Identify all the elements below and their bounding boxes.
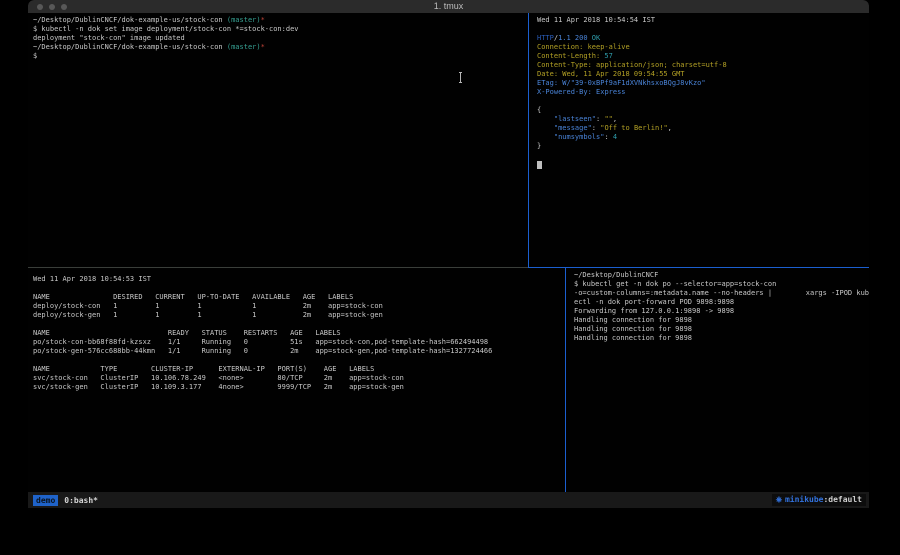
- window-tab-bash[interactable]: 0:bash*: [64, 496, 98, 505]
- window-title: 1. tmux: [28, 0, 869, 13]
- kube-context: minikube: [785, 495, 824, 504]
- json-kv: "lastseen": "",: [537, 115, 869, 124]
- header-value: W/"39-0xBPf9aF1dXVNkhsxoBQgJ8vKzo": [558, 79, 706, 87]
- terminal-window: 1. tmux ~/Desktop/DublinCNCF/dok-example…: [28, 0, 869, 510]
- timestamp: Wed 11 Apr 2018 10:54:53 IST: [33, 275, 565, 284]
- json-kv: "message": "Off to Berlin!",: [537, 124, 869, 133]
- git-dirty-star: *: [261, 16, 265, 24]
- header-name: Content-Type:: [537, 61, 592, 69]
- pane-bottom-right[interactable]: ~/Desktop/DublinCNCF $ kubectl get -n do…: [566, 268, 869, 492]
- pods-table: NAME READY STATUS RESTARTS AGE LABELS po…: [33, 329, 565, 356]
- pane-top-right[interactable]: Wed 11 Apr 2018 10:54:54 IST HTTP/1.1 20…: [529, 13, 869, 267]
- timestamp: Wed 11 Apr 2018 10:54:54 IST: [537, 16, 869, 25]
- terminal-content: ~/Desktop/DublinCNCF/dok-example-us/stoc…: [28, 13, 869, 510]
- session-name-badge: demo: [33, 495, 58, 506]
- pane-bottom-left[interactable]: Wed 11 Apr 2018 10:54:53 IST NAME DESIRE…: [28, 268, 565, 492]
- json-kv: "numsymbols": 4: [537, 133, 869, 142]
- http-reason: OK: [592, 34, 600, 42]
- json-key: "numsymbols": [537, 133, 604, 141]
- pane-top-left[interactable]: ~/Desktop/DublinCNCF/dok-example-us/stoc…: [28, 13, 528, 267]
- command-line: $ kubectl -n dok set image deployment/st…: [33, 25, 528, 34]
- header-name: Date:: [537, 70, 558, 78]
- json-value: "": [604, 115, 612, 123]
- git-branch: (master): [227, 43, 261, 51]
- http-header: Content-Type: application/json; charset=…: [537, 61, 869, 70]
- http-header: ETag: W/"39-0xBPf9aF1dXVNkhsxoBQgJ8vKzo": [537, 79, 869, 88]
- cursor-line: [537, 160, 869, 169]
- json-key: "message": [537, 124, 592, 132]
- header-value: keep-alive: [583, 43, 629, 51]
- json-brace-open: {: [537, 106, 869, 115]
- json-key: "lastseen": [537, 115, 596, 123]
- http-header: X-Powered-By: Express: [537, 88, 869, 97]
- header-name: X-Powered-By:: [537, 88, 592, 96]
- command-output: deployment "stock-con" image updated: [33, 34, 528, 43]
- json-value: "Off to Berlin!": [600, 124, 667, 132]
- port-forward-output: ~/Desktop/DublinCNCF $ kubectl get -n do…: [574, 271, 869, 343]
- http-version-code: 1.1 200: [558, 34, 592, 42]
- close-button[interactable]: [37, 4, 43, 10]
- json-brace-close: }: [537, 142, 869, 151]
- traffic-lights: [37, 4, 67, 10]
- kube-namespace: :default: [823, 495, 862, 504]
- header-name: Connection:: [537, 43, 583, 51]
- http-header: Date: Wed, 11 Apr 2018 09:54:55 GMT: [537, 70, 869, 79]
- text-cursor-pointer: [458, 72, 463, 83]
- terminal-cursor: [537, 161, 542, 169]
- header-value: 57: [600, 52, 613, 60]
- json-value: 4: [613, 133, 617, 141]
- kube-context-chip: ⎈ minikube:default: [772, 494, 866, 506]
- header-value: application/json; charset=utf-8: [592, 61, 727, 69]
- header-name: ETag:: [537, 79, 558, 87]
- helm-wheel-icon: ⎈: [776, 495, 785, 504]
- header-value: Express: [592, 88, 626, 96]
- http-proto: HTTP: [537, 34, 554, 42]
- services-table: NAME TYPE CLUSTER-IP EXTERNAL-IP PORT(S)…: [33, 365, 565, 392]
- prompt-char: $: [33, 52, 528, 61]
- tmux-status-bar: demo 0:bash* ⎈ minikube:default: [28, 492, 869, 508]
- minimize-button[interactable]: [49, 4, 55, 10]
- titlebar[interactable]: 1. tmux: [28, 0, 869, 13]
- http-header: Connection: keep-alive: [537, 43, 869, 52]
- prompt-line: ~/Desktop/DublinCNCF/dok-example-us/stoc…: [33, 43, 528, 52]
- http-status-line: HTTP/1.1 200 OK: [537, 34, 869, 43]
- deployments-table: NAME DESIRED CURRENT UP-TO-DATE AVAILABL…: [33, 293, 565, 320]
- git-branch: (master): [227, 16, 261, 24]
- zoom-button[interactable]: [61, 4, 67, 10]
- header-name: Content-Length:: [537, 52, 600, 60]
- prompt-path: ~/Desktop/DublinCNCF/dok-example-us/stoc…: [33, 16, 227, 24]
- header-value: Wed, 11 Apr 2018 09:54:55 GMT: [558, 70, 684, 78]
- prompt-line: ~/Desktop/DublinCNCF/dok-example-us/stoc…: [33, 16, 528, 25]
- pane-divider-vertical-top[interactable]: [528, 13, 529, 268]
- git-dirty-star: *: [261, 43, 265, 51]
- http-header: Content-Length: 57: [537, 52, 869, 61]
- prompt-path: ~/Desktop/DublinCNCF/dok-example-us/stoc…: [33, 43, 227, 51]
